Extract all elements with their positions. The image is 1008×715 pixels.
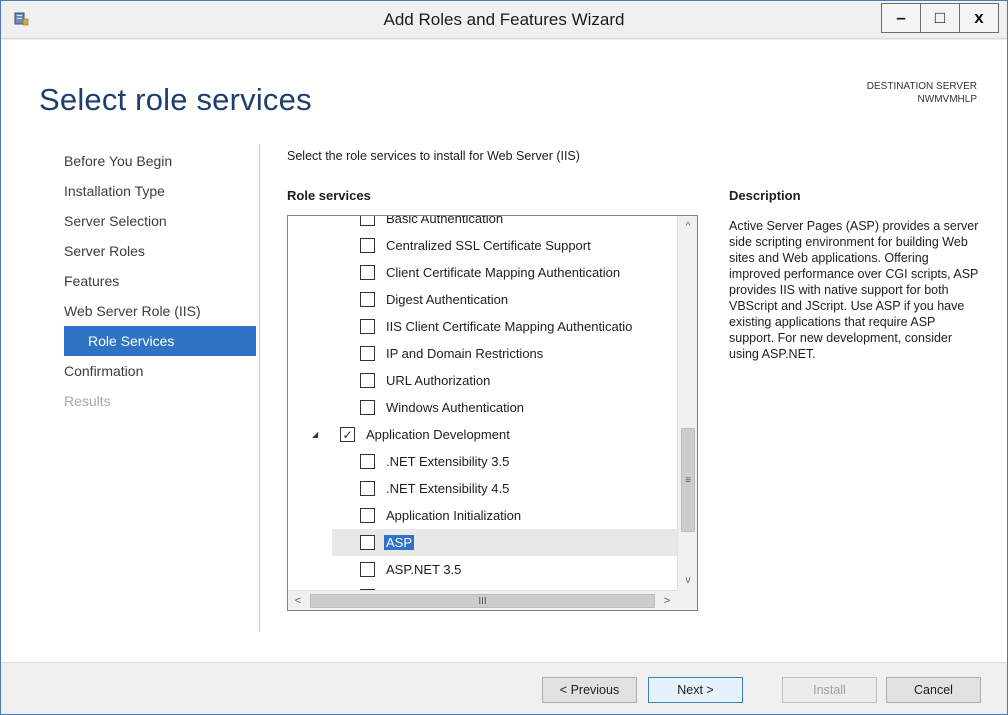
nav-item-server-roles[interactable]: Server Roles — [64, 236, 256, 266]
nav-item-features[interactable]: Features — [64, 266, 256, 296]
vertical-scrollbar[interactable]: ^ ≡ v — [677, 216, 697, 590]
tree-row[interactable]: Windows Authentication — [288, 394, 677, 421]
tree-row[interactable]: Basic Authentication — [288, 216, 677, 232]
checkbox-icon[interactable] — [360, 481, 375, 496]
previous-button[interactable]: < Previous — [542, 677, 637, 703]
nav-item-server-selection[interactable]: Server Selection — [64, 206, 256, 236]
tree-item-label: URL Authorization — [386, 373, 491, 388]
tree-row[interactable]: .NET Extensibility 3.5 — [288, 448, 677, 475]
checkbox-icon[interactable] — [360, 292, 375, 307]
instructions-text: Select the role services to install for … — [287, 149, 580, 163]
title-bar[interactable]: Add Roles and Features Wizard – □ x — [1, 1, 1007, 39]
checkbox-icon[interactable] — [360, 508, 375, 523]
tree-item-label: Digest Authentication — [386, 292, 509, 307]
tree-item-label: IIS Client Certificate Mapping Authentic… — [386, 319, 633, 334]
checkbox-icon[interactable] — [360, 535, 375, 550]
wizard-footer: < Previous Next > Install Cancel — [1, 662, 1007, 714]
destination-value: NWMVMHLP — [917, 94, 977, 105]
tree-row[interactable]: Centralized SSL Certificate Support — [288, 232, 677, 259]
description-heading: Description — [729, 188, 801, 203]
horizontal-scrollbar[interactable]: < III > — [288, 590, 677, 610]
tree-item-label: Basic Authentication — [386, 216, 504, 226]
destination-label: DESTINATION SERVER — [866, 81, 977, 92]
nav-item-before-you-begin[interactable]: Before You Begin — [64, 146, 256, 176]
checkbox-icon[interactable] — [360, 238, 375, 253]
tree-row[interactable]: Application Initialization — [288, 502, 677, 529]
wizard-content: Select role services DESTINATION SERVER … — [1, 40, 1007, 662]
install-button: Install — [782, 677, 877, 703]
horizontal-scroll-thumb[interactable]: III — [310, 594, 655, 608]
collapse-triangle-icon[interactable]: ◢ — [312, 430, 322, 439]
tree-item-label: Centralized SSL Certificate Support — [386, 238, 591, 253]
window-controls: – □ x — [881, 3, 999, 33]
role-services-heading: Role services — [287, 188, 371, 203]
tree-row[interactable]: IP and Domain Restrictions — [288, 340, 677, 367]
wizard-nav: Before You Begin Installation Type Serve… — [64, 146, 256, 416]
scrollbar-corner — [677, 590, 697, 610]
nav-divider — [259, 144, 260, 632]
tree-item-label: .NET Extensibility 3.5 — [386, 454, 510, 469]
scroll-up-arrow-icon[interactable]: ^ — [678, 216, 697, 236]
tree-row[interactable]: ASP.NET 3.5 — [288, 556, 677, 583]
tree-item-label: ASP.NET 3.5 — [386, 562, 462, 577]
tree-item-label: .NET Extensibility 4.5 — [386, 481, 510, 496]
destination-server: DESTINATION SERVER NWMVMHLP — [867, 80, 977, 106]
tree-item-label: ASP — [384, 535, 415, 550]
tree-row[interactable]: ASP.NET 4.5 — [288, 583, 677, 590]
page-title: Select role services — [39, 82, 312, 117]
description-text: Active Server Pages (ASP) provides a ser… — [729, 219, 979, 361]
tree-row[interactable]: URL Authorization — [288, 367, 677, 394]
checkbox-icon[interactable] — [360, 265, 375, 280]
tree-rows: Basic Authentication Centralized SSL Cert… — [288, 216, 677, 590]
checkbox-icon[interactable] — [360, 216, 375, 226]
checkbox-icon[interactable] — [360, 562, 375, 577]
tree-item-label: Application Initialization — [386, 508, 522, 523]
nav-item-installation-type[interactable]: Installation Type — [64, 176, 256, 206]
checkbox-icon[interactable] — [360, 346, 375, 361]
checkbox-icon[interactable] — [360, 454, 375, 469]
checkbox-icon[interactable] — [360, 373, 375, 388]
wizard-window: Add Roles and Features Wizard – □ x Sele… — [0, 0, 1008, 715]
next-button[interactable]: Next > — [648, 677, 743, 703]
tree-item-label: Application Development — [366, 427, 510, 442]
minimize-button[interactable]: – — [881, 3, 921, 33]
tree-row[interactable]: ASP — [332, 529, 677, 556]
scroll-down-arrow-icon[interactable]: v — [678, 570, 697, 590]
nav-item-web-server-role[interactable]: Web Server Role (IIS) — [64, 296, 256, 326]
nav-item-confirmation[interactable]: Confirmation — [64, 356, 256, 386]
tree-row[interactable]: .NET Extensibility 4.5 — [288, 475, 677, 502]
scroll-left-arrow-icon[interactable]: < — [288, 591, 308, 610]
tree-item-label: Client Certificate Mapping Authenticatio… — [386, 265, 621, 280]
maximize-button[interactable]: □ — [920, 3, 960, 33]
nav-item-results: Results — [64, 393, 111, 409]
tree-row[interactable]: Digest Authentication — [288, 286, 677, 313]
tree-row[interactable]: IIS Client Certificate Mapping Authentic… — [288, 313, 677, 340]
cancel-button[interactable]: Cancel — [886, 677, 981, 703]
role-services-tree[interactable]: Basic Authentication Centralized SSL Cert… — [287, 215, 698, 611]
checkbox-icon[interactable] — [360, 319, 375, 334]
checkbox-icon[interactable] — [360, 400, 375, 415]
window-title: Add Roles and Features Wizard — [383, 10, 625, 29]
nav-item-role-services[interactable]: Role Services — [64, 326, 256, 356]
tree-item-label: IP and Domain Restrictions — [386, 346, 544, 361]
tree-row[interactable]: Client Certificate Mapping Authenticatio… — [288, 259, 677, 286]
checkbox-icon[interactable]: ✓ — [340, 427, 355, 442]
vertical-scroll-thumb[interactable]: ≡ — [681, 428, 695, 532]
close-button[interactable]: x — [959, 3, 999, 33]
scroll-right-arrow-icon[interactable]: > — [657, 591, 677, 610]
tree-item-label: Windows Authentication — [386, 400, 525, 415]
tree-row[interactable]: ◢ ✓ Application Development — [288, 421, 677, 448]
